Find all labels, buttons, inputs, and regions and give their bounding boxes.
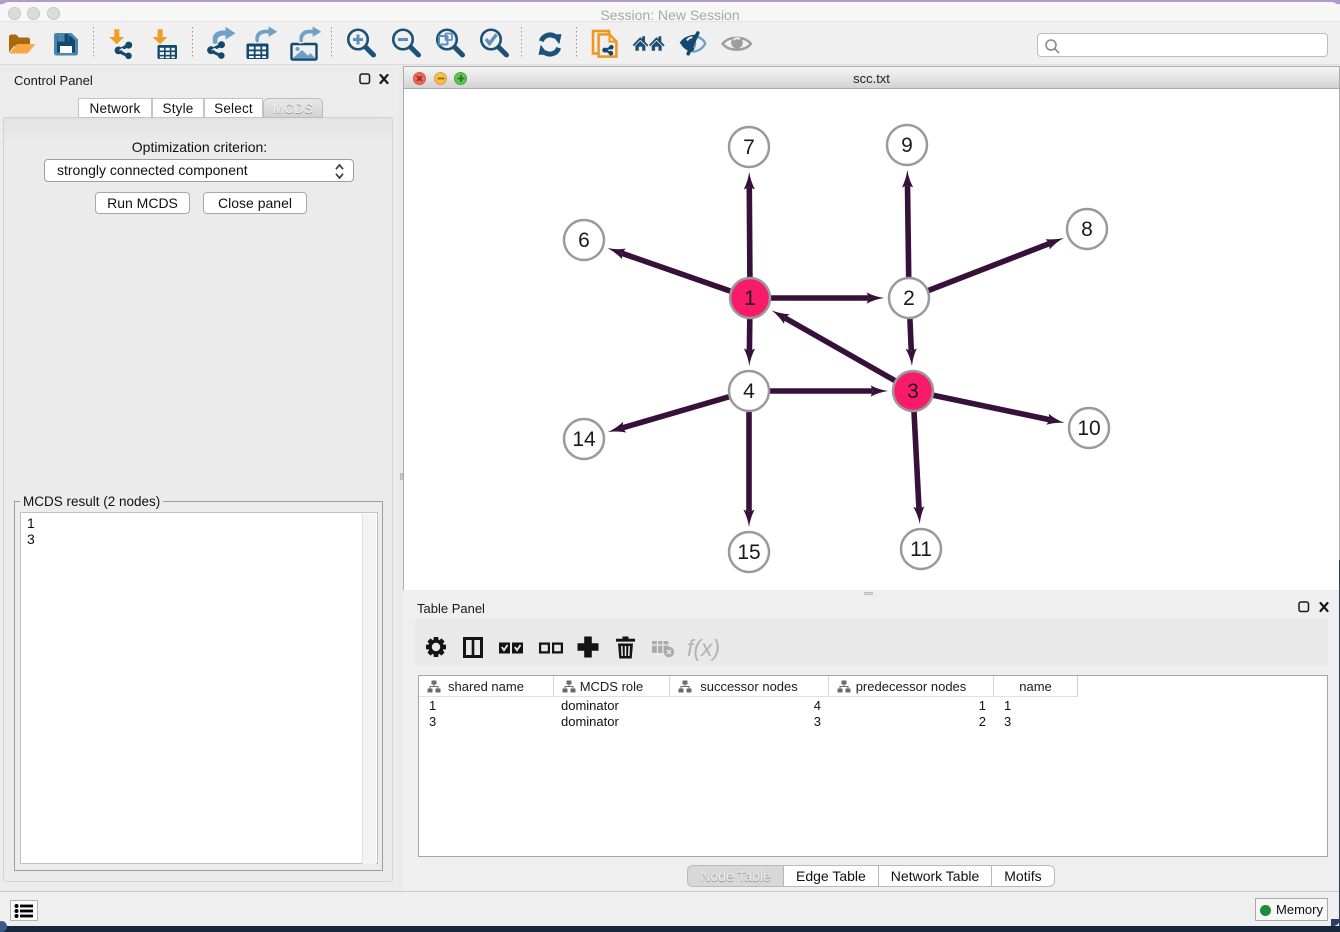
svg-text:9: 9 [901,134,913,157]
svg-text:11: 11 [910,538,932,561]
svg-text:14: 14 [572,428,596,451]
svg-text:8: 8 [1081,218,1093,241]
svg-text:10: 10 [1077,417,1100,440]
svg-text:15: 15 [737,541,760,564]
svg-text:3: 3 [907,380,919,403]
svg-text:6: 6 [578,229,590,252]
svg-text:f(x): f(x) [687,635,720,661]
svg-text:4: 4 [743,380,755,403]
svg-text:1: 1 [744,287,756,310]
svg-text:2: 2 [903,287,915,310]
svg-text:7: 7 [743,136,755,159]
